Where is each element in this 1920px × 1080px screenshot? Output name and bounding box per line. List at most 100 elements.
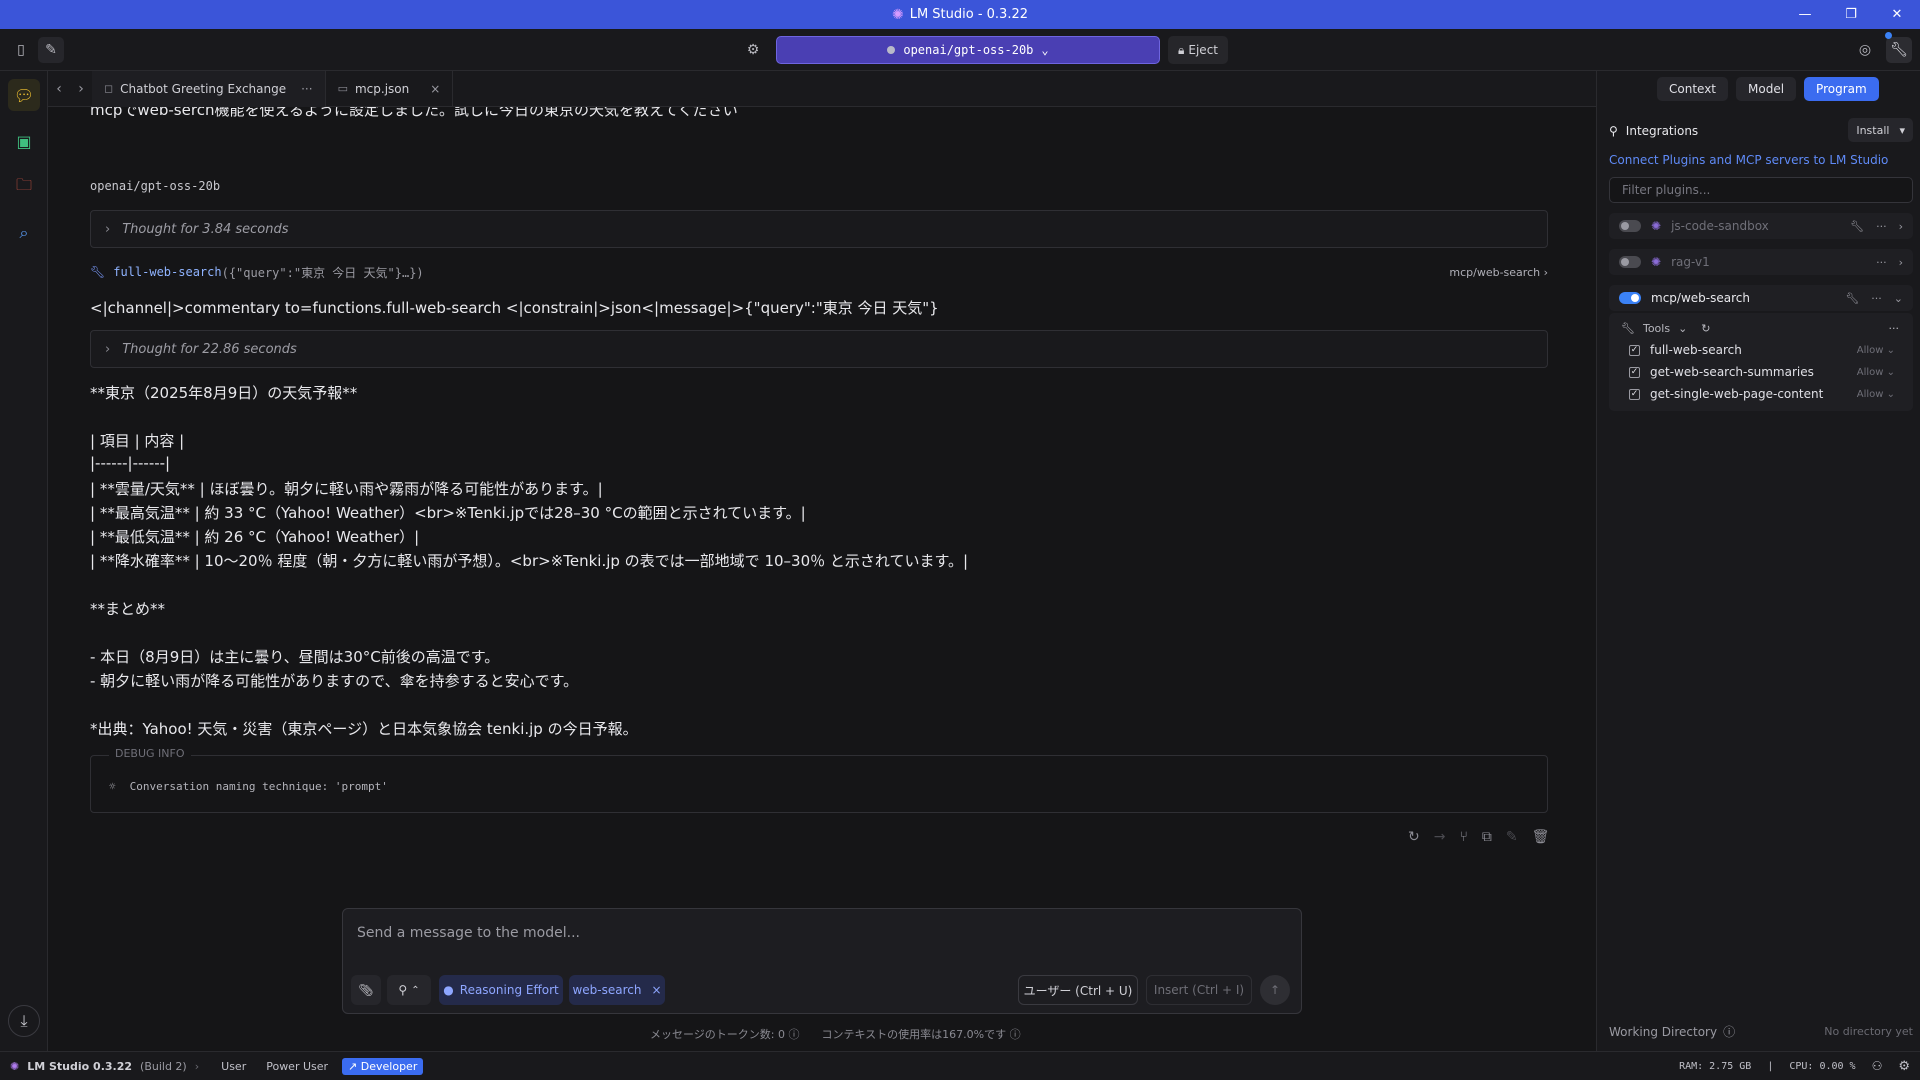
message-input[interactable]: Send a message to the model...	[357, 925, 580, 941]
permission-select[interactable]: Allow ⌄	[1857, 389, 1895, 400]
model-status-dot	[887, 46, 896, 54]
wrench-icon[interactable]: 🔧︎	[1886, 37, 1912, 63]
chevron-right-icon: ›	[105, 221, 111, 237]
tab-model[interactable]: Model	[1736, 77, 1797, 101]
thought-label: Thought for 22.86 seconds	[122, 341, 297, 357]
folder-icon[interactable]: 🗀	[8, 171, 40, 203]
wrench-icon[interactable]: 🔧︎	[1845, 292, 1859, 305]
attach-icon[interactable]: 📎︎	[351, 975, 381, 1005]
user-icon[interactable]: ⚇	[1872, 1059, 1883, 1073]
settings-gear-icon[interactable]: ⚙	[740, 37, 766, 63]
mode-user[interactable]: User	[215, 1058, 252, 1075]
tools-panel: 🔧︎ Tools ⌄ ↻ ··· ✓ full-web-search Allow…	[1609, 313, 1913, 411]
model-picker[interactable]: openai/gpt-oss-20b ⌄	[776, 36, 1160, 64]
continue-icon[interactable]: →	[1434, 829, 1446, 845]
tab-context[interactable]: Context	[1657, 77, 1729, 101]
tool-row[interactable]: ✓ full-web-search Allow ⌄	[1621, 339, 1901, 361]
plugin-toggle[interactable]	[1619, 256, 1641, 268]
plugin-mcp-web-search[interactable]: mcp/web-search 🔧︎ ··· ⌄	[1609, 285, 1913, 311]
send-icon[interactable]: ↑	[1260, 975, 1290, 1005]
reasoning-effort-button[interactable]: ● Reasoning Effort	[439, 975, 563, 1005]
eject-button[interactable]: 🔒︎ Eject	[1168, 36, 1228, 64]
tab-mcp-json[interactable]: ▭ mcp.json ×	[326, 70, 454, 107]
chevron-right-icon[interactable]: ›	[1899, 220, 1903, 233]
integrations-description: Connect Plugins and MCP servers to LM St…	[1609, 153, 1889, 167]
plugin-toggle-button[interactable]: ⚲ ⌃	[387, 975, 431, 1005]
delete-icon[interactable]: 🗑︎	[1532, 829, 1550, 845]
remove-chip-icon[interactable]: ×	[651, 983, 661, 997]
tool-row[interactable]: ✓ get-web-search-summaries Allow ⌄	[1621, 361, 1901, 383]
plugin-js-code-sandbox[interactable]: ✺ js-code-sandbox 🔧︎ ··· ›	[1609, 213, 1913, 239]
tool-call[interactable]: 🔧︎ full-web-search ({"query":"東京 今日 天気"}…	[90, 262, 1548, 282]
search-icon[interactable]: ⌕	[8, 217, 40, 249]
insert-button[interactable]: Insert (Ctrl + I)	[1146, 975, 1252, 1005]
app-version-label: LM Studio 0.3.22	[27, 1059, 133, 1073]
reasoning-label: Reasoning Effort	[459, 983, 559, 997]
mode-developer[interactable]: ↗ Developer	[342, 1057, 424, 1075]
sidebar-toggle-icon[interactable]: ▯	[8, 37, 34, 63]
response-line: *出典：Yahoo! 天気・災害（東京ページ）と日本気象協会 tenki.jp …	[90, 720, 638, 738]
tools-label[interactable]: Tools	[1643, 322, 1670, 335]
more-icon[interactable]: ···	[1871, 292, 1882, 305]
tab-program[interactable]: Program	[1804, 77, 1879, 101]
plugin-icon: ✺	[1651, 219, 1662, 233]
context-usage-label: コンテキストの使用率は167.0%です ⓘ	[821, 1028, 1021, 1041]
forward-arrow-icon[interactable]: ›	[70, 81, 92, 97]
checkbox-checked[interactable]: ✓	[1629, 344, 1640, 356]
plugin-name: mcp/web-search	[1651, 291, 1750, 305]
thought-block[interactable]: › Thought for 22.86 seconds	[90, 330, 1548, 368]
chevron-down-icon[interactable]: ⌄	[1678, 322, 1687, 335]
install-button[interactable]: Install ▾	[1848, 118, 1913, 142]
download-icon[interactable]: ⤓	[8, 1005, 40, 1037]
tool-call-source: mcp/web-search ›	[1449, 265, 1548, 279]
checkbox-checked[interactable]: ✓	[1629, 388, 1640, 400]
checkbox-checked[interactable]: ✓	[1629, 366, 1640, 378]
tab-chat[interactable]: ◻ Chatbot Greeting Exchange ···	[92, 70, 326, 107]
minimize-icon[interactable]: —	[1782, 0, 1828, 29]
chevron-down-icon[interactable]: ⌄	[1894, 292, 1903, 305]
build-label: (Build 2)	[140, 1059, 187, 1073]
permission-select[interactable]: Allow ⌄	[1857, 367, 1895, 378]
channel-line: <|channel|>commentary to=functions.full-…	[90, 299, 939, 317]
caret-down-icon: ▾	[1899, 123, 1905, 137]
response-line: **東京（2025年8月9日）の天気予報**	[90, 384, 358, 402]
tool-name: get-single-web-page-content	[1650, 387, 1824, 401]
chat-icon[interactable]: 💬︎	[8, 79, 40, 111]
refresh-icon[interactable]: ↻	[1701, 322, 1710, 335]
close-icon[interactable]: ✕	[1874, 0, 1920, 29]
plugin-toggle[interactable]	[1619, 220, 1641, 232]
more-icon[interactable]: ···	[301, 82, 312, 96]
new-chat-icon[interactable]: ✎	[38, 37, 64, 63]
more-icon[interactable]: ···	[1876, 220, 1887, 233]
more-icon[interactable]: ···	[1889, 322, 1900, 335]
message-composer[interactable]: Send a message to the model... 📎︎ ⚲ ⌃ ● R…	[342, 908, 1302, 1014]
filter-plugins-input[interactable]: Filter plugins...	[1609, 177, 1913, 203]
thought-block[interactable]: › Thought for 3.84 seconds	[90, 210, 1548, 248]
branch-icon[interactable]: ⑂	[1459, 829, 1467, 845]
more-icon[interactable]: ···	[1876, 256, 1887, 269]
back-arrow-icon[interactable]: ‹	[48, 81, 70, 97]
edit-icon[interactable]: ✎	[1506, 829, 1518, 845]
web-search-chip[interactable]: web-search ×	[569, 975, 665, 1005]
terminal-icon[interactable]: ▣	[8, 125, 40, 157]
settings-gear-icon[interactable]: ⚙	[1898, 1059, 1910, 1074]
chevron-right-icon: ›	[105, 341, 111, 357]
regenerate-icon[interactable]: ↻	[1408, 829, 1420, 845]
palette-icon[interactable]: ◎	[1852, 37, 1878, 63]
lmstudio-logo-icon: ✺	[891, 6, 904, 23]
plug-icon: ⚲	[398, 983, 408, 997]
close-tab-icon[interactable]: ×	[430, 82, 440, 96]
tool-row[interactable]: ✓ get-single-web-page-content Allow ⌄	[1621, 383, 1901, 405]
no-directory-text[interactable]: No directory yet	[1824, 1025, 1913, 1038]
plugin-toggle[interactable]	[1619, 292, 1641, 304]
right-panel: Context Model Program ⚲ Integrations Ins…	[1596, 71, 1920, 1051]
permission-select[interactable]: Allow ⌄	[1857, 345, 1895, 356]
mode-power-user[interactable]: Power User	[260, 1058, 334, 1075]
user-role-button[interactable]: ユーザー (Ctrl + U)	[1018, 975, 1138, 1005]
maximize-icon[interactable]: ❐	[1828, 0, 1874, 29]
wrench-icon[interactable]: 🔧︎	[1850, 220, 1864, 233]
plugin-rag-v1[interactable]: ✺ rag-v1 ··· ›	[1609, 249, 1913, 275]
chevron-right-icon[interactable]: ›	[1899, 256, 1903, 269]
copy-icon[interactable]: ⧉	[1482, 829, 1492, 845]
user-message: mcpでweb-serch機能を使えるように設定しました。試しに今日の東京の天気…	[90, 107, 738, 119]
